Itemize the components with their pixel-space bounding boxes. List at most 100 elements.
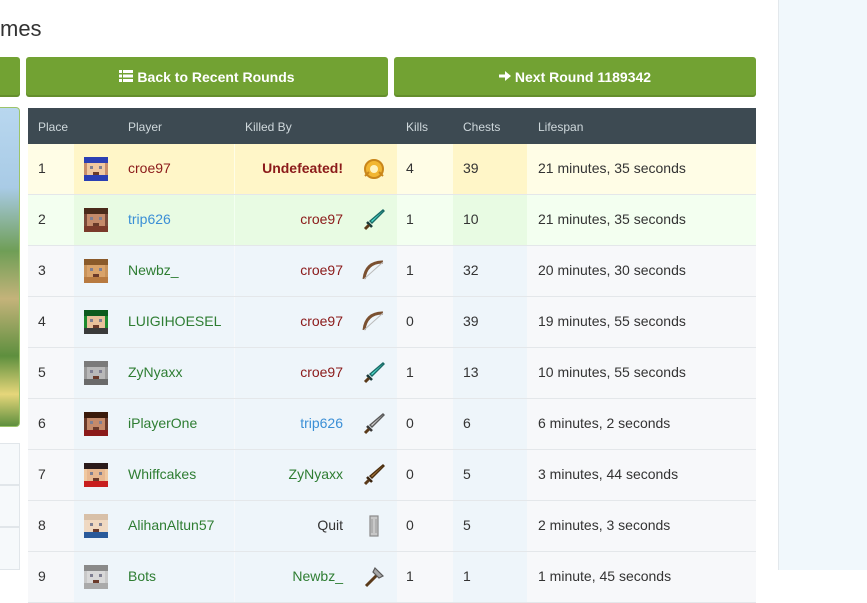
killed-by-link[interactable]: croe97 (300, 262, 343, 278)
table-row: 3 Newbz_ croe97 1 32 20 minutes, 30 seconds (28, 246, 756, 297)
row-chests: 1 (463, 568, 471, 584)
player-name-link[interactable]: ZyNyaxx (128, 364, 182, 380)
row-lifespan: 2 minutes, 3 seconds (538, 517, 671, 533)
table-row: 4 LUIGIHOESEL croe97 0 39 19 minutes, 55 seco… (28, 297, 756, 348)
header-place[interactable]: Place (38, 120, 68, 134)
table-row: 8 AlihanAltun57 Quit 0 5 2 minutes, 3 seconds (28, 501, 756, 552)
killed-by-link[interactable]: ZyNyaxx (289, 466, 343, 482)
player-name-link[interactable]: LUIGIHOESEL (128, 313, 221, 329)
player-avatar[interactable] (84, 565, 108, 589)
player-name-link[interactable]: trip626 (128, 211, 171, 227)
side-panel-item (0, 443, 20, 485)
row-kills: 1 (406, 568, 414, 584)
player-avatar[interactable] (84, 514, 108, 538)
header-lifespan[interactable]: Lifespan (538, 120, 583, 134)
map-image[interactable] (0, 107, 20, 427)
row-lifespan: 1 minute, 45 seconds (538, 568, 672, 584)
diamond-sword-icon (361, 207, 387, 233)
row-place: 8 (38, 517, 46, 533)
side-panel-item (0, 527, 20, 570)
table-row: 2 trip626 croe97 1 10 21 minutes, 35 seconds (28, 195, 756, 246)
arrow-right-icon (498, 70, 511, 85)
bow-icon (361, 309, 387, 335)
row-lifespan: 20 minutes, 30 seconds (538, 262, 686, 278)
player-name-link[interactable]: Newbz_ (128, 262, 179, 278)
row-place: 5 (38, 364, 46, 380)
row-lifespan: 21 minutes, 35 seconds (538, 160, 686, 176)
previous-round-button[interactable] (0, 57, 20, 97)
killed-by-link[interactable]: croe97 (300, 211, 343, 227)
killed-by-link: Quit (317, 517, 343, 533)
round-results-table: Place Player Killed By Kills Chests Life… (28, 108, 756, 603)
row-chests: 32 (463, 262, 479, 278)
row-kills: 0 (406, 517, 414, 533)
row-chests: 5 (463, 466, 471, 482)
killed-by-link[interactable]: croe97 (300, 364, 343, 380)
row-chests: 39 (463, 160, 479, 176)
row-lifespan: 21 minutes, 35 seconds (538, 211, 686, 227)
header-chests[interactable]: Chests (463, 120, 500, 134)
player-avatar[interactable] (84, 157, 108, 181)
killed-by-link[interactable]: trip626 (300, 415, 343, 431)
row-place: 7 (38, 466, 46, 482)
row-chests: 6 (463, 415, 471, 431)
table-row: 6 iPlayerOne trip626 0 6 6 minutes, 2 seconds (28, 399, 756, 450)
row-kills: 0 (406, 415, 414, 431)
player-avatar[interactable] (84, 463, 108, 487)
player-avatar[interactable] (84, 361, 108, 385)
right-sidebar-panel (778, 0, 867, 570)
row-kills: 0 (406, 466, 414, 482)
row-place: 1 (38, 160, 46, 176)
player-name-link[interactable]: AlihanAltun57 (128, 517, 214, 533)
list-icon (119, 69, 134, 85)
table-body: 1 croe97 Undefeated! 4 39 21 minutes, 35 seco… (28, 144, 756, 603)
row-kills: 4 (406, 160, 414, 176)
player-avatar[interactable] (84, 259, 108, 283)
row-lifespan: 10 minutes, 55 seconds (538, 364, 686, 380)
killed-by-link[interactable]: Newbz_ (292, 568, 343, 584)
header-killed-by[interactable]: Killed By (245, 120, 292, 134)
quit-icon (361, 513, 387, 539)
table-row: 1 croe97 Undefeated! 4 39 21 minutes, 35 seco… (28, 144, 756, 195)
row-lifespan: 6 minutes, 2 seconds (538, 415, 671, 431)
player-name-link[interactable]: Bots (128, 568, 156, 584)
back-to-recent-rounds-button[interactable]: Back to Recent Rounds (26, 57, 388, 97)
row-chests: 13 (463, 364, 479, 380)
row-place: 3 (38, 262, 46, 278)
player-name-link[interactable]: croe97 (128, 160, 171, 176)
row-place: 6 (38, 415, 46, 431)
player-avatar[interactable] (84, 412, 108, 436)
player-name-link[interactable]: Whiffcakes (128, 466, 196, 482)
player-avatar[interactable] (84, 310, 108, 334)
row-kills: 1 (406, 211, 414, 227)
row-chests: 5 (463, 517, 471, 533)
diamond-sword-icon (361, 360, 387, 386)
table-row: 7 Whiffcakes ZyNyaxx 0 5 3 minutes, 44 second… (28, 450, 756, 501)
row-chests: 10 (463, 211, 479, 227)
page-title: mes (0, 16, 42, 41)
killed-by-link: Undefeated! (262, 160, 343, 176)
back-button-label: Back to Recent Rounds (137, 69, 295, 85)
header-player[interactable]: Player (128, 120, 162, 134)
row-lifespan: 19 minutes, 55 seconds (538, 313, 686, 329)
bow-icon (361, 258, 387, 284)
row-kills: 1 (406, 262, 414, 278)
player-name-link[interactable]: iPlayerOne (128, 415, 197, 431)
next-round-button[interactable]: Next Round 1189342 (394, 57, 756, 97)
row-chests: 39 (463, 313, 479, 329)
table-row: 9 Bots Newbz_ 1 1 1 minute, 45 seconds (28, 552, 756, 603)
table-header: Place Player Killed By Kills Chests Life… (28, 108, 756, 144)
killed-by-link[interactable]: croe97 (300, 313, 343, 329)
iron-axe-icon (361, 564, 387, 590)
row-place: 9 (38, 568, 46, 584)
trophy-icon (361, 156, 387, 182)
next-button-label: Next Round 1189342 (514, 69, 652, 85)
wooden-sword-icon (361, 462, 387, 488)
table-row: 5 ZyNyaxx croe97 1 13 10 minutes, 55 seconds (28, 348, 756, 399)
player-avatar[interactable] (84, 208, 108, 232)
header-kills[interactable]: Kills (406, 120, 428, 134)
iron-sword-icon (361, 411, 387, 437)
row-lifespan: 3 minutes, 44 seconds (538, 466, 679, 482)
row-place: 4 (38, 313, 46, 329)
row-place: 2 (38, 211, 46, 227)
